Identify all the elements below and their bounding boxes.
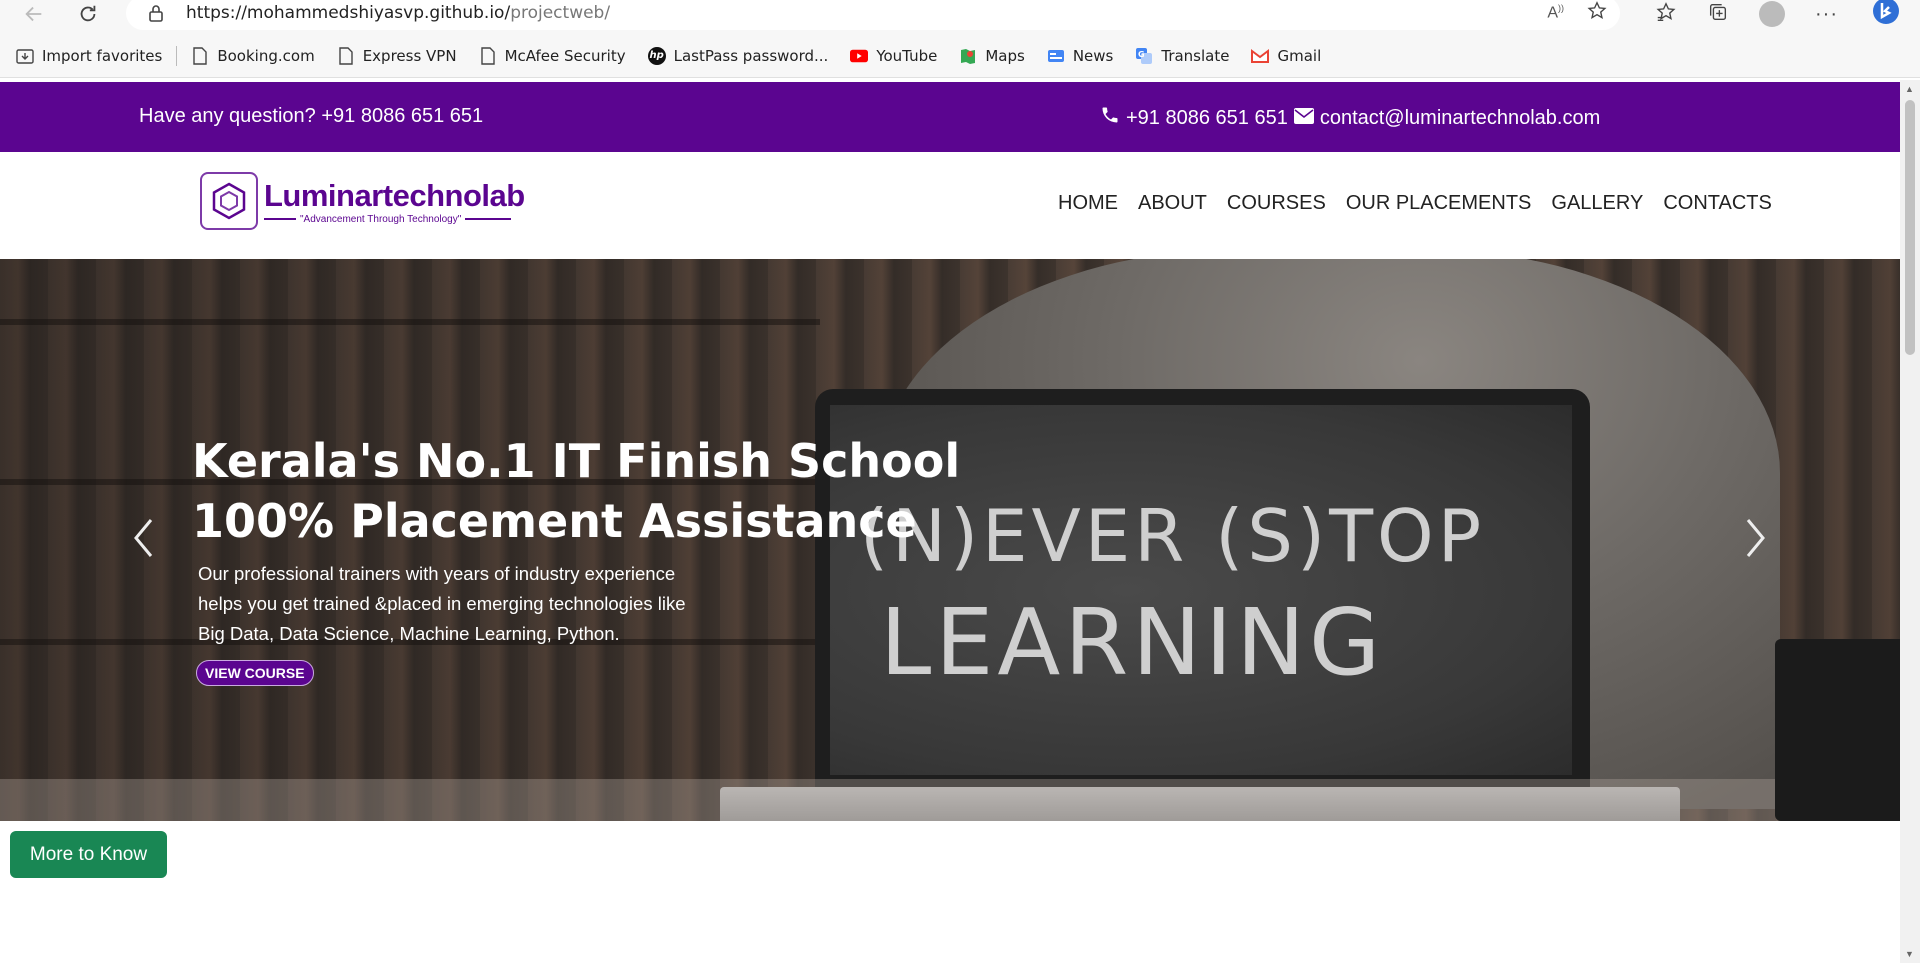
phone-icon: [1100, 105, 1120, 131]
hero-title-line2: 100% Placement Assistance: [192, 494, 917, 548]
collections-icon[interactable]: [1707, 1, 1729, 28]
url-path: projectweb/: [510, 3, 611, 23]
chalk-text-line2: LEARNING: [880, 589, 1385, 696]
main-nav: HOME ABOUT COURSES OUR PLACEMENTS GALLER…: [1058, 192, 1772, 215]
email-address[interactable]: contact@luminartechnolab.com: [1320, 107, 1600, 130]
bookmark-label: Import favorites: [42, 46, 163, 65]
scroll-thumb[interactable]: [1905, 100, 1915, 355]
mail-icon: [1293, 107, 1314, 130]
bookmark-booking[interactable]: Booking.com: [191, 46, 315, 65]
page-icon: [479, 46, 497, 65]
coffee-cup-image: [1775, 639, 1900, 821]
question-text: Have any question? +91 8086 651 651: [139, 105, 484, 127]
gmail-icon: [1251, 47, 1270, 65]
bookmark-import-favorites[interactable]: Import favorites: [16, 47, 162, 65]
hero-desc-line3: Big Data, Data Science, Machine Learning…: [198, 623, 620, 644]
contact-info: +91 8086 651 651 contact@luminartechnola…: [1100, 105, 1600, 131]
bookmark-label: News: [1072, 46, 1114, 65]
more-to-know-button[interactable]: More to Know: [10, 831, 167, 878]
bookmark-lastpass[interactable]: hp LastPass password...: [647, 46, 829, 65]
hero-desc-line1: Our professional trainers with years of …: [198, 563, 676, 584]
youtube-icon: [850, 47, 869, 65]
browser-toolbar: https://mohammedshiyasvp.github.io/proje…: [0, 0, 1920, 34]
bookmark-label: Express VPN: [362, 46, 457, 65]
site-header: Luminartechnolab "Advancement Through Te…: [0, 152, 1900, 259]
scroll-down-icon[interactable]: ▼: [1905, 949, 1914, 959]
bookmark-youtube[interactable]: YouTube: [850, 47, 937, 65]
logo-tagline: "Advancement Through Technology": [300, 213, 462, 225]
nav-contacts[interactable]: CONTACTS: [1663, 192, 1772, 215]
bookmark-label: LastPass password...: [673, 46, 829, 65]
phone-number[interactable]: +91 8086 651 651: [1126, 107, 1288, 130]
bookmark-news[interactable]: News: [1047, 46, 1114, 65]
nav-courses[interactable]: COURSES: [1227, 192, 1326, 215]
shelf-decoration: [0, 319, 820, 325]
view-course-button[interactable]: VIEW COURSE: [196, 660, 314, 686]
hero-title: Kerala's No.1 IT Finish School 100% Plac…: [192, 431, 960, 551]
nav-about[interactable]: ABOUT: [1138, 192, 1207, 215]
bookmark-label: Maps: [985, 46, 1025, 65]
add-favorite-icon[interactable]: [1586, 0, 1608, 27]
url-text: https://mohammedshiyasvp.github.io/proje…: [186, 3, 610, 23]
scroll-up-icon[interactable]: ▲: [1905, 84, 1914, 94]
hero-desc-line2: helps you get trained &placed in emergin…: [198, 593, 686, 614]
bookmark-gmail[interactable]: Gmail: [1251, 47, 1321, 65]
profile-avatar-icon[interactable]: [1759, 1, 1786, 27]
logo-tagline-row: "Advancement Through Technology": [264, 214, 525, 225]
maps-icon: [959, 47, 977, 65]
bookmark-maps[interactable]: Maps: [959, 46, 1025, 65]
web-page: Have any question? +91 8086 651 651 +91 …: [0, 80, 1900, 963]
bookmark-label: McAfee Security: [504, 46, 626, 65]
carousel-prev-icon[interactable]: [128, 513, 158, 563]
bookmark-label: YouTube: [876, 46, 938, 65]
address-bar[interactable]: https://mohammedshiyasvp.github.io/proje…: [126, 0, 1620, 30]
svg-text:G: G: [1138, 50, 1145, 59]
favorites-icon[interactable]: [1655, 1, 1677, 28]
news-icon: [1047, 47, 1065, 65]
nav-gallery[interactable]: GALLERY: [1551, 192, 1643, 215]
nav-our-placements[interactable]: OUR PLACEMENTS: [1346, 192, 1532, 215]
read-aloud-icon[interactable]: A)): [1547, 3, 1564, 22]
bookmark-translate[interactable]: G Translate: [1135, 47, 1229, 65]
more-options-icon[interactable]: ···: [1815, 3, 1838, 26]
page-icon: [337, 46, 355, 65]
bookmark-mcafee[interactable]: McAfee Security: [479, 47, 626, 65]
bing-icon[interactable]: [1868, 0, 1904, 32]
logo-hexagon-icon: [200, 172, 258, 230]
lock-icon: [148, 4, 164, 27]
desk-image: [0, 779, 1900, 821]
page-scrollbar[interactable]: ▲ ▼: [1900, 80, 1920, 963]
hero-description: Our professional trainers with years of …: [198, 559, 758, 649]
page-icon: [191, 46, 209, 65]
bookmarks-bar: Import favorites Booking.com Express VPN…: [0, 34, 1920, 78]
translate-icon: G: [1135, 47, 1153, 65]
url-host: https://mohammedshiyasvp.github.io/: [186, 3, 511, 23]
site-logo[interactable]: Luminartechnolab "Advancement Through Te…: [200, 172, 525, 230]
back-icon[interactable]: [16, 0, 52, 28]
bookmark-label: Gmail: [1277, 46, 1322, 65]
hero-title-line1: Kerala's No.1 IT Finish School: [192, 434, 961, 488]
hp-icon: hp: [647, 46, 666, 65]
bookmark-express-vpn[interactable]: Express VPN: [337, 47, 457, 65]
logo-name: Luminartechnolab: [264, 177, 525, 213]
carousel-next-icon[interactable]: [1741, 513, 1771, 563]
nav-home[interactable]: HOME: [1058, 192, 1118, 215]
contact-topbar: Have any question? +91 8086 651 651 +91 …: [0, 82, 1900, 152]
import-icon: [16, 47, 34, 65]
bookmark-label: Translate: [1161, 46, 1230, 65]
bookmark-separator: [176, 45, 178, 66]
bookmark-label: Booking.com: [217, 46, 315, 65]
refresh-icon[interactable]: [70, 0, 106, 28]
hero-carousel: (N)EVER (S)TOP LEARNING Kerala's No.1 IT…: [0, 259, 1900, 821]
